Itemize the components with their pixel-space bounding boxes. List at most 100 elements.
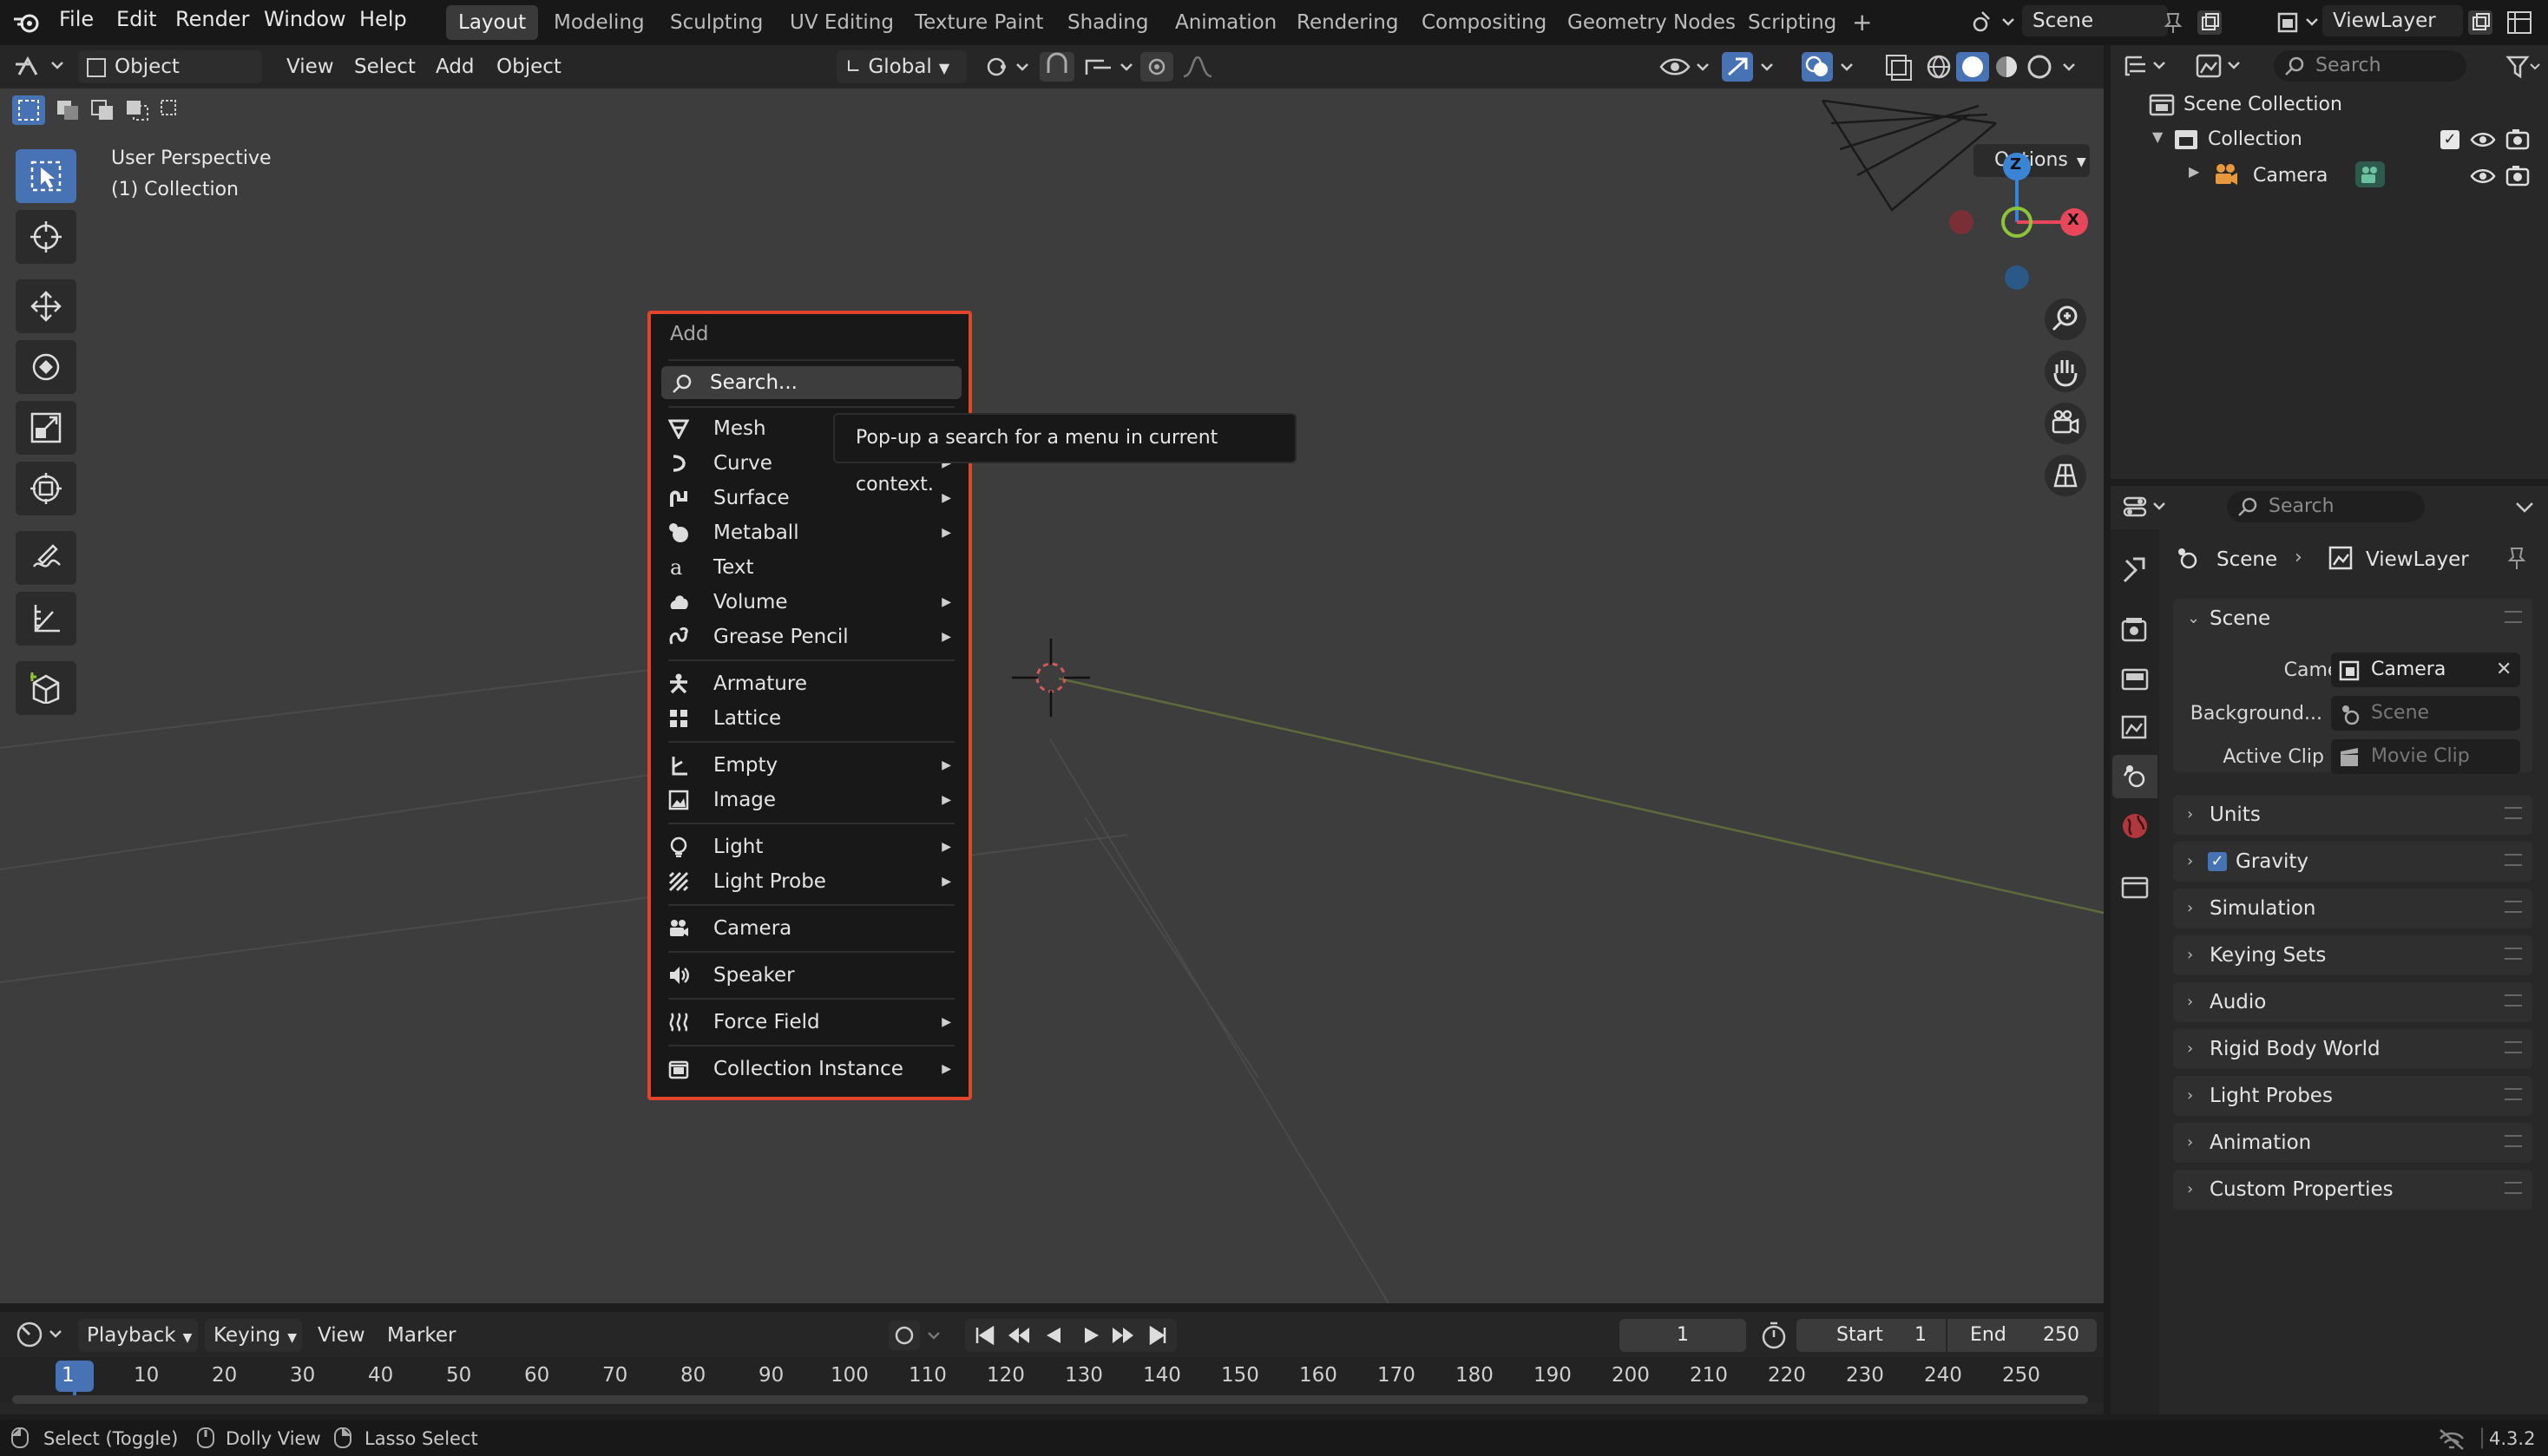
zoom-icon[interactable] bbox=[2043, 297, 2088, 342]
audio-panel[interactable]: › Audio bbox=[2173, 982, 2532, 1022]
menu-window[interactable]: Window bbox=[264, 7, 346, 31]
tab-rendering[interactable]: Rendering bbox=[1284, 5, 1410, 40]
pivot-point-icon[interactable] bbox=[981, 50, 1033, 83]
add-cube-tool[interactable] bbox=[16, 661, 76, 715]
menu-select[interactable]: Select bbox=[354, 50, 416, 83]
menu-item-light-probe[interactable]: Light Probe ▶ bbox=[668, 864, 951, 899]
new-view-layer-icon[interactable] bbox=[2465, 7, 2496, 38]
menu-item-force-field[interactable]: Force Field ▶ bbox=[668, 1005, 951, 1040]
gizmo-toggle-icon[interactable] bbox=[1722, 50, 1783, 83]
editor-type-icon[interactable] bbox=[12, 52, 69, 82]
blender-logo-icon[interactable] bbox=[12, 10, 42, 35]
add-workspace-button[interactable]: + bbox=[1840, 5, 1884, 40]
timeline-marker-menu[interactable]: Marker bbox=[387, 1319, 456, 1352]
properties-search-input[interactable]: Search bbox=[2227, 491, 2425, 522]
pin-icon[interactable] bbox=[2161, 10, 2185, 35]
properties-editor-type-icon[interactable] bbox=[2121, 491, 2173, 524]
simulation-panel[interactable]: › Simulation bbox=[2173, 889, 2532, 928]
collection-render-icon[interactable] bbox=[2505, 127, 2531, 153]
camera-visibility-icon[interactable] bbox=[2470, 165, 2496, 187]
timeline-view-menu[interactable]: View bbox=[318, 1319, 365, 1352]
outliner-editor-type-icon[interactable] bbox=[2121, 50, 2173, 83]
clear-camera-icon[interactable]: ✕ bbox=[2496, 653, 2512, 687]
gravity-checkbox[interactable]: ✓ bbox=[2208, 852, 2227, 871]
world-tab-icon[interactable] bbox=[2118, 809, 2152, 843]
tab-sculpting[interactable]: Sculpting bbox=[658, 5, 775, 40]
start-frame-field[interactable]: Start 1 bbox=[1796, 1319, 1946, 1352]
menu-view[interactable]: View bbox=[286, 50, 334, 83]
collection-visibility-icon[interactable] bbox=[2470, 128, 2496, 151]
scene-collection-label[interactable]: Scene Collection bbox=[2184, 94, 2342, 115]
tab-modeling[interactable]: Modeling bbox=[542, 5, 657, 40]
menu-render[interactable]: Render bbox=[175, 7, 249, 31]
view-layer-selector-icon[interactable] bbox=[2274, 7, 2326, 38]
scene-selector-icon[interactable] bbox=[1970, 9, 2019, 36]
current-frame-field[interactable]: 1 bbox=[1619, 1319, 1746, 1352]
menu-object[interactable]: Object bbox=[496, 50, 561, 83]
xray-toggle-icon[interactable] bbox=[1881, 50, 1916, 83]
menu-file[interactable]: File bbox=[59, 7, 94, 31]
animation-panel[interactable]: › Animation bbox=[2173, 1123, 2532, 1163]
select-mode-icons[interactable] bbox=[12, 95, 179, 127]
collection-checkbox[interactable]: ✓ bbox=[2440, 130, 2459, 149]
perspective-toggle-icon[interactable] bbox=[2043, 453, 2088, 498]
tab-scripting[interactable]: Scripting bbox=[1736, 5, 1849, 40]
scene-tab-icon[interactable] bbox=[2118, 758, 2152, 793]
timeline-editor-type-icon[interactable] bbox=[12, 1317, 69, 1352]
menu-item-speaker[interactable]: Speaker bbox=[668, 958, 951, 993]
new-scene-icon[interactable] bbox=[2194, 7, 2225, 38]
camera-view-icon[interactable] bbox=[2043, 401, 2088, 446]
cursor-tool[interactable] bbox=[16, 210, 76, 264]
display-mode-icon[interactable] bbox=[2194, 50, 2249, 83]
object-mode-dropdown[interactable]: Object Mode▼ bbox=[78, 50, 262, 111]
playback-controls[interactable] bbox=[965, 1319, 1177, 1352]
light-probes-panel[interactable]: › Light Probes bbox=[2173, 1076, 2532, 1116]
tab-animation[interactable]: Animation bbox=[1163, 5, 1289, 40]
units-panel[interactable]: › Units bbox=[2173, 795, 2532, 835]
visibility-dropdown-icon[interactable] bbox=[1658, 50, 1717, 83]
output-tab-icon[interactable] bbox=[2118, 661, 2152, 696]
menu-help[interactable]: Help bbox=[359, 7, 407, 31]
breadcrumb-pin-icon[interactable] bbox=[2503, 545, 2529, 571]
menu-item-armature[interactable]: Armature bbox=[668, 666, 951, 701]
scale-tool[interactable] bbox=[16, 401, 76, 455]
view-layer-tab-icon[interactable] bbox=[2118, 710, 2152, 744]
3d-viewport[interactable]: User Perspective (1) Collection Options ▼… bbox=[0, 89, 2104, 1303]
select-box-tool[interactable] bbox=[16, 149, 76, 203]
collection-label[interactable]: Collection bbox=[2208, 128, 2302, 150]
scene-name-field[interactable]: Scene bbox=[2022, 5, 2168, 36]
gravity-panel[interactable]: › ✓ Gravity bbox=[2173, 842, 2532, 882]
tab-shading[interactable]: Shading bbox=[1055, 5, 1160, 40]
proportional-editing-icon[interactable] bbox=[1140, 50, 1224, 83]
menu-item-collection-instance[interactable]: Collection Instance ▶ bbox=[668, 1052, 951, 1086]
menu-item-volume[interactable]: Volume ▶ bbox=[668, 585, 951, 620]
keying-dropdown[interactable]: Keying ▼ bbox=[205, 1319, 302, 1352]
search-item[interactable]: Search... bbox=[661, 366, 962, 399]
measure-tool[interactable] bbox=[16, 592, 76, 646]
render-tab-icon[interactable] bbox=[2118, 613, 2152, 647]
snapping-icon[interactable] bbox=[1040, 50, 1147, 83]
background-field[interactable]: Scene bbox=[2331, 696, 2520, 731]
outliner-search-input[interactable]: Search bbox=[2274, 50, 2466, 82]
move-tool[interactable] bbox=[16, 279, 76, 333]
custom-properties-panel[interactable]: › Custom Properties bbox=[2173, 1170, 2532, 1210]
menu-item-metaball[interactable]: Metaball ▶ bbox=[668, 515, 951, 550]
keying-sets-panel[interactable]: › Keying Sets bbox=[2173, 935, 2532, 975]
scene-panel-header[interactable]: ⌄ Scene bbox=[2173, 599, 2532, 639]
remove-view-layer-icon[interactable] bbox=[2505, 9, 2536, 36]
tab-geometry-nodes[interactable]: Geometry Nodes bbox=[1555, 5, 1748, 40]
active-clip-field[interactable]: Movie Clip bbox=[2331, 739, 2520, 774]
camera-field[interactable]: Camera ✕ bbox=[2331, 653, 2520, 687]
camera-expand-arrow[interactable]: ▶ bbox=[2189, 163, 2199, 180]
camera-data-icon[interactable] bbox=[2354, 160, 2387, 189]
tool-tab-icon[interactable] bbox=[2118, 552, 2152, 587]
tab-layout[interactable]: Layout bbox=[446, 5, 539, 40]
collection-tab-icon[interactable] bbox=[2118, 869, 2152, 904]
tab-compositing[interactable]: Compositing bbox=[1409, 5, 1559, 40]
collection-expand-arrow[interactable]: ▼ bbox=[2152, 128, 2163, 145]
menu-item-light[interactable]: Light ▶ bbox=[668, 830, 951, 864]
menu-item-empty[interactable]: Empty ▶ bbox=[668, 748, 951, 783]
transform-tool[interactable] bbox=[16, 462, 76, 515]
preview-range-icon[interactable] bbox=[1757, 1319, 1791, 1352]
menu-item-image[interactable]: Image ▶ bbox=[668, 783, 951, 817]
